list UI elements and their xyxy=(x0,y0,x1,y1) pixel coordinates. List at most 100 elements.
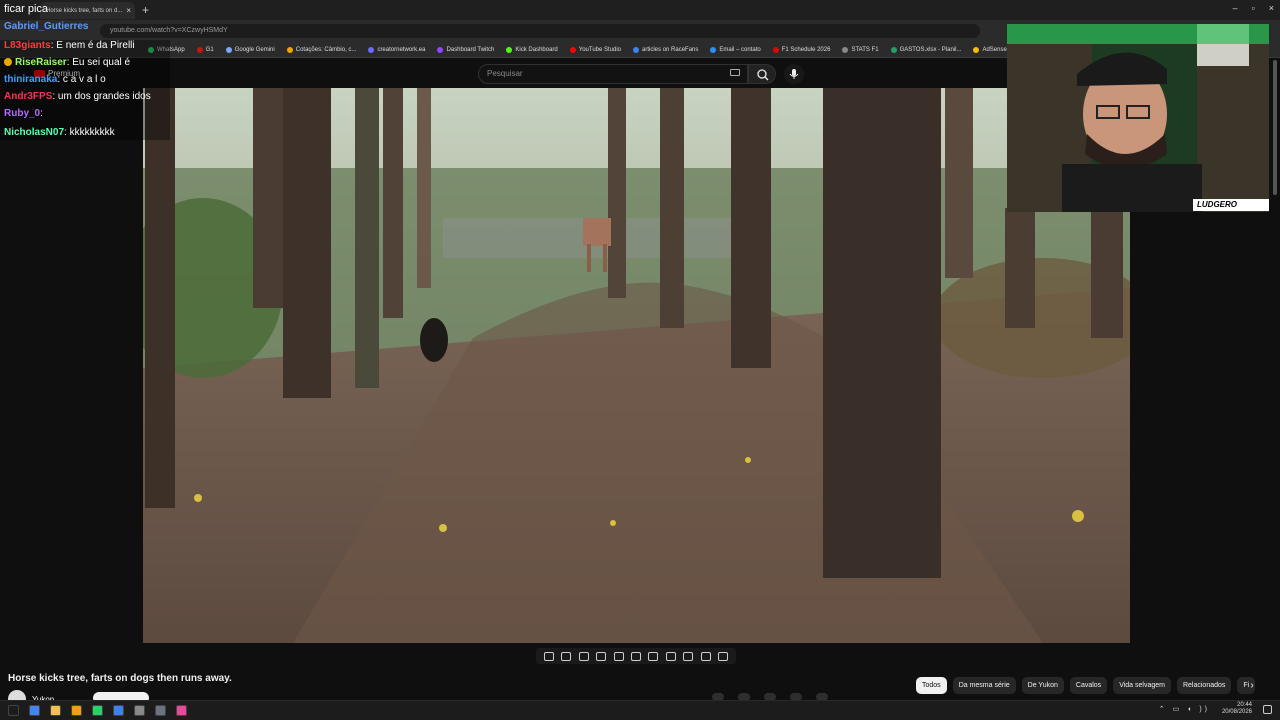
horse-leg xyxy=(603,244,607,272)
browser-tab[interactable]: Horse kicks tree, farts on d... × xyxy=(40,2,135,19)
bookmark-label: Email – contato xyxy=(719,46,761,53)
chat-username[interactable]: NicholasN07 xyxy=(4,127,64,138)
app-icon[interactable] xyxy=(155,705,166,716)
search-button[interactable] xyxy=(748,64,776,84)
edit-icon[interactable] xyxy=(578,651,589,661)
green-light xyxy=(1007,24,1269,44)
webcam-feed xyxy=(1007,24,1269,212)
chat-username[interactable]: RiseRaiser xyxy=(15,57,67,68)
bookmark-item[interactable]: G1 xyxy=(196,46,214,53)
chat-message: thiniranaka: c a v a l o xyxy=(4,74,106,85)
bookmark-item[interactable]: F1 Schedule 2026 xyxy=(772,46,830,53)
chat-message: L83giants: E nem é da Pirelli xyxy=(4,40,135,51)
crop-icon[interactable] xyxy=(613,651,624,661)
browser-tab-bar: Horse kicks tree, farts on d... × + – ▫ … xyxy=(0,0,1280,20)
tray-clock[interactable]: 20:44 20/08/2026 xyxy=(1222,702,1252,716)
folder-icon[interactable] xyxy=(50,705,61,716)
keyboard-icon[interactable] xyxy=(730,69,740,76)
bookmark-favicon-icon xyxy=(368,46,375,53)
picture-in-picture-icon[interactable] xyxy=(665,651,676,661)
flask-icon[interactable] xyxy=(700,651,711,661)
bookmark-favicon-icon xyxy=(196,46,203,53)
tree-trunk xyxy=(383,88,403,318)
obs-icon[interactable] xyxy=(113,705,124,716)
minimize-button[interactable]: – xyxy=(1233,3,1238,13)
chip-1[interactable]: Da mesma série xyxy=(952,677,1016,694)
tray-date: 20/08/2026 xyxy=(1221,709,1252,715)
bookmark-favicon-icon xyxy=(225,46,232,53)
bookmark-item[interactable]: articles on RaceFans xyxy=(633,46,698,53)
taskbar xyxy=(0,700,1280,720)
bookmark-label: YouTube Studio xyxy=(578,46,622,53)
close-window-button[interactable]: × xyxy=(1269,3,1274,13)
window-icon[interactable] xyxy=(630,651,641,661)
chat-text: : E nem é da Pirelli xyxy=(50,40,135,51)
player-extension-bar xyxy=(536,648,736,664)
keyboard-icon[interactable] xyxy=(596,651,607,661)
bookmark-favicon-icon xyxy=(633,46,640,53)
loop-icon[interactable] xyxy=(543,651,554,661)
bookmark-item[interactable]: YouTube Studio xyxy=(569,46,622,53)
tree-trunk xyxy=(1005,208,1035,328)
chip-5[interactable]: Relacionados xyxy=(1176,677,1232,694)
chat-username[interactable]: Gabriel_Gutierres xyxy=(4,21,88,32)
bookmark-item[interactable]: GASTOS.xlsx - Planil... xyxy=(890,46,962,53)
bookmark-label: creatornetwork.ea xyxy=(377,46,426,53)
screen: Horse kicks tree, farts on d... × + – ▫ … xyxy=(0,0,1280,720)
bookmark-label: GASTOS.xlsx - Planil... xyxy=(899,46,962,53)
audio-icon[interactable] xyxy=(561,651,572,661)
clock-icon[interactable] xyxy=(134,705,145,716)
bookmark-item[interactable]: Cotações: Câmbio, c... xyxy=(286,46,357,53)
tree-trunk xyxy=(945,88,973,278)
screenshot-icon[interactable] xyxy=(683,651,694,661)
url-field[interactable]: youtube.com/watch?v=XCzwyHSMdY xyxy=(100,24,980,38)
speed-icon[interactable] xyxy=(648,651,659,661)
bookmark-item[interactable]: Email – contato xyxy=(710,46,761,53)
bookmark-item[interactable]: creatornetwork.ea xyxy=(368,46,426,53)
close-tab-icon[interactable]: × xyxy=(126,6,131,15)
chat-username[interactable]: thiniranaka xyxy=(4,74,57,85)
gear-icon[interactable] xyxy=(718,651,729,661)
page-scrollbar[interactable] xyxy=(1273,60,1277,195)
chip-3[interactable]: Cavalos xyxy=(1069,677,1108,694)
chat-text: : c a v a l o xyxy=(57,74,106,85)
voice-search-button[interactable] xyxy=(784,64,804,84)
search-input[interactable]: Pesquisar xyxy=(478,64,748,84)
pink-app-icon[interactable] xyxy=(176,705,187,716)
chat-message: Gabriel_Gutierres xyxy=(4,21,88,32)
chevron-right-icon[interactable]: › xyxy=(1244,679,1260,693)
tree-trunk xyxy=(731,88,771,368)
bookmark-favicon-icon xyxy=(772,46,779,53)
search-icon xyxy=(757,69,769,81)
bookmark-favicon-icon xyxy=(973,46,980,53)
windows-icon[interactable] xyxy=(8,705,19,716)
discord-icon[interactable] xyxy=(71,705,82,716)
chat-message: Ruby_0: xyxy=(4,108,43,119)
chat-username[interactable]: L83giants xyxy=(4,40,51,51)
tree-trunk xyxy=(283,88,331,398)
chat-title: ficar pica xyxy=(4,3,49,15)
chip-4[interactable]: Vida selvagem xyxy=(1113,677,1171,694)
system-tray-icons[interactable]: ⌃ ▭ ◖ )) xyxy=(1159,705,1210,713)
chip-2[interactable]: De Yukon xyxy=(1021,677,1064,694)
chat-username[interactable]: Ruby_0 xyxy=(4,108,40,119)
new-tab-button[interactable]: + xyxy=(142,3,149,17)
bookmark-item[interactable]: STATS F1 xyxy=(842,46,879,53)
bookmark-favicon-icon xyxy=(506,46,513,53)
bookmark-item[interactable]: Kick Dashboard xyxy=(506,46,558,53)
bookmark-item[interactable]: Google Gemini xyxy=(225,46,275,53)
leaf xyxy=(1072,510,1084,522)
bookmark-item[interactable]: Dashboard Twitch xyxy=(437,46,494,53)
bookmark-label: Cotações: Câmbio, c... xyxy=(295,46,357,53)
notifications-icon[interactable] xyxy=(1263,705,1272,714)
tree-trunk xyxy=(417,88,431,288)
video-player[interactable] xyxy=(143,88,1130,643)
tree-trunk xyxy=(145,88,175,508)
chat-username[interactable]: Andr3FPS xyxy=(4,91,52,102)
tab-title: Horse kicks tree, farts on d... xyxy=(46,7,123,14)
whatsapp-icon[interactable] xyxy=(92,705,103,716)
maximize-button[interactable]: ▫ xyxy=(1252,3,1255,13)
chrome-icon[interactable] xyxy=(29,705,40,716)
leaf xyxy=(194,494,202,502)
chip-0[interactable]: Todos xyxy=(916,677,947,694)
